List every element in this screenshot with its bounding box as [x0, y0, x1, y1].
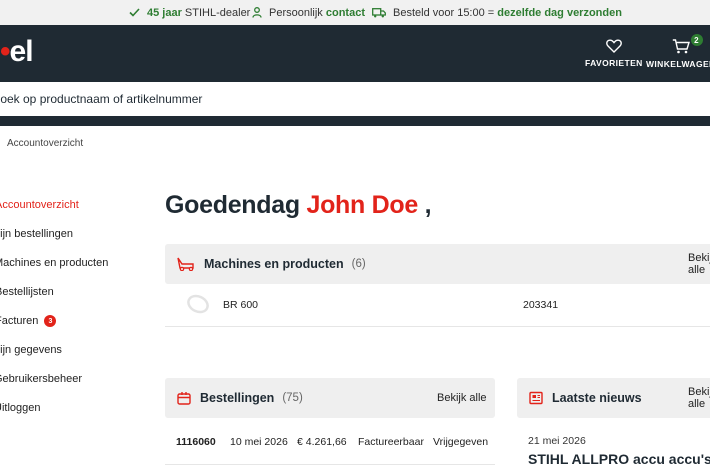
page-title: Goedendag John Doe ,	[165, 191, 432, 220]
sidebar-item-bestellingen[interactable]: Mijn bestellingen	[0, 228, 73, 240]
site-header: •el FAVORIETEN WINKELWAGEN 2	[0, 25, 710, 82]
cart-label: WINKELWAGEN	[646, 59, 710, 69]
sidebar-item-label: Uitloggen	[0, 402, 41, 414]
sidebar-item-uitloggen[interactable]: Uitloggen	[0, 402, 40, 414]
heart-icon	[605, 39, 622, 53]
lawnmower-icon	[177, 257, 194, 271]
row-divider	[165, 464, 495, 465]
sidebar-item-label: Accountoverzicht	[0, 199, 79, 211]
usp-shipping-text: Besteld voor 15:00 =	[393, 6, 498, 19]
sidebar-item-bestellijsten[interactable]: Bestellijsten	[0, 286, 54, 298]
greeting-name: John Doe	[306, 191, 418, 219]
usp-contact-highlight: contact	[325, 6, 365, 19]
cart-count-badge: 2	[689, 33, 704, 47]
logo-text: el	[9, 35, 34, 68]
orders-count: (75)	[282, 392, 303, 404]
favorites-label: FAVORIETEN	[585, 58, 643, 68]
orders-view-all-link[interactable]: Bekijk alle	[437, 392, 487, 404]
breadcrumb-current: Accountoverzicht	[7, 138, 84, 149]
greeting-suffix: ,	[417, 191, 432, 219]
machines-view-all-link[interactable]: Bekijk alle	[688, 252, 710, 276]
sidebar-item-label: Facturen	[0, 315, 39, 327]
usp-contact-text: Persoonlijk	[269, 6, 326, 19]
usp-dealer: 45 jaar STIHL-dealer	[129, 0, 250, 25]
sidebar-item-gebruikersbeheer[interactable]: Gebruikersbeheer	[0, 373, 82, 385]
machines-panel-header: Machines en producten (6) Bekijk alle	[165, 244, 710, 284]
order-invoice-status: Factureerbaar	[358, 436, 424, 448]
cart-button[interactable]: WINKELWAGEN 2	[646, 33, 710, 69]
row-divider	[165, 326, 710, 327]
sidebar-item-facturen[interactable]: Facturen 3	[0, 315, 57, 327]
order-date: 10 mei 2026	[230, 436, 288, 448]
sidebar-item-machines[interactable]: Machines en producten	[0, 257, 108, 269]
sidebar-item-label: Bestellijsten	[0, 286, 54, 298]
invoices-count-badge: 3	[44, 315, 57, 327]
sidebar-item-accountoverzicht[interactable]: Accountoverzicht	[0, 199, 79, 211]
news-item-date: 21 mei 2026	[528, 435, 586, 447]
order-box-icon	[177, 392, 191, 405]
news-item-title[interactable]: STIHL ALLPRO accu accu's:	[528, 451, 710, 467]
usp-shipping-highlight: dezelfde dag verzonden	[497, 6, 622, 19]
header-bottom-strip	[0, 116, 710, 126]
order-number: 1116060	[176, 436, 216, 448]
orders-title: Bestellingen	[200, 391, 275, 405]
orders-panel-header: Bestellingen (75) Bekijk alle	[165, 378, 495, 418]
product-thumbnail	[187, 294, 209, 314]
news-panel-header: Laatste nieuws Bekijk alle	[517, 378, 710, 418]
usp-contact[interactable]: Persoonlijk contact	[252, 0, 365, 25]
breadcrumb: Accountoverzicht	[7, 138, 83, 149]
newspaper-icon	[529, 391, 543, 405]
machines-title: Machines en producten	[204, 257, 344, 271]
usp-shipping: Besteld voor 15:00 = dezelfde dag verzon…	[372, 0, 622, 25]
truck-icon	[372, 7, 386, 17]
sidebar-item-gegevens[interactable]: Mijn gegevens	[0, 344, 62, 356]
sidebar-item-label: Gebruikersbeheer	[0, 373, 83, 385]
person-icon	[252, 7, 262, 18]
machines-count: (6)	[351, 258, 366, 270]
sidebar-item-label: Mijn bestellingen	[0, 228, 73, 240]
sidebar-item-label: Mijn gegevens	[0, 344, 62, 356]
machine-name: BR 600	[223, 299, 259, 311]
usp-bar: 45 jaar STIHL-dealer Persoonlijk contact…	[0, 0, 710, 25]
favorites-button[interactable]: FAVORIETEN	[585, 39, 643, 68]
order-status: Vrijgegeven	[433, 436, 489, 448]
machine-number: 203341	[523, 299, 559, 311]
order-amount: € 4.261,66	[297, 436, 347, 448]
search-bar	[0, 82, 710, 116]
usp-dealer-highlight: 45 jaar	[147, 6, 182, 19]
sidebar-item-label: Machines en producten	[0, 257, 109, 269]
news-view-all-link[interactable]: Bekijk alle	[688, 386, 710, 410]
greeting-prefix: Goedendag	[165, 191, 307, 219]
site-logo[interactable]: •el	[0, 35, 34, 69]
check-icon	[129, 8, 140, 17]
news-title: Laatste nieuws	[552, 391, 642, 405]
search-input[interactable]	[0, 82, 710, 116]
usp-dealer-text: STIHL-dealer	[181, 6, 251, 19]
cart-icon	[672, 39, 690, 54]
